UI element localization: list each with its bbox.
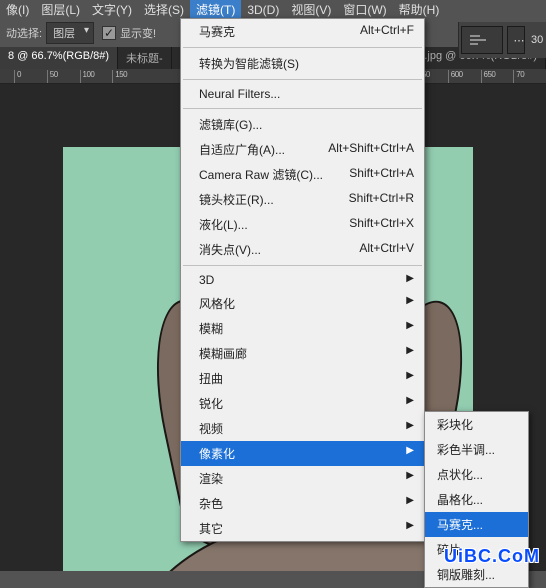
submenu-arrow-icon: ▶ xyxy=(406,370,414,387)
menubar: 像(I) 图层(L) 文字(Y) 选择(S) 滤镜(T) 3D(D) 视图(V)… xyxy=(0,0,546,19)
filter-gallery[interactable]: 滤镜库(G)... xyxy=(181,112,424,137)
ruler-tick: 150 xyxy=(112,70,145,83)
menu-label: 液化(L)... xyxy=(199,216,248,233)
document-tab[interactable]: 8 @ 66.7%(RGB/8#) xyxy=(0,47,118,69)
filter-liquify[interactable]: 液化(L)... Shift+Ctrl+X xyxy=(181,212,424,237)
pixelate-pointillize[interactable]: 点状化... xyxy=(425,462,528,487)
filter-noise[interactable]: 杂色 ▶ xyxy=(181,491,424,516)
pixelate-mosaic[interactable]: 马赛克... xyxy=(425,512,528,537)
submenu-arrow-icon: ▶ xyxy=(406,273,414,287)
menu-label: 3D xyxy=(199,273,214,287)
document-tab[interactable]: 未标题- xyxy=(118,47,172,69)
submenu-arrow-icon: ▶ xyxy=(406,495,414,512)
menu-layer[interactable]: 图层(L) xyxy=(35,0,86,20)
ruler-tick: 0 xyxy=(14,70,47,83)
menu-3d[interactable]: 3D(D) xyxy=(241,1,285,19)
filter-lens-correct[interactable]: 镜头校正(R)... Shift+Ctrl+R xyxy=(181,187,424,212)
filter-vanishing[interactable]: 消失点(V)... Alt+Ctrl+V xyxy=(181,237,424,262)
pixelate-color-blocks[interactable]: 彩块化 xyxy=(425,412,528,437)
filter-camera-raw[interactable]: Camera Raw 滤镜(C)... Shift+Ctrl+A xyxy=(181,162,424,187)
alignment-panel: ⋯ 30 xyxy=(458,22,546,58)
show-transform-label: 显示变! xyxy=(120,25,156,41)
filter-adaptive-wide[interactable]: 自适应广角(A)... Alt+Shift+Ctrl+A xyxy=(181,137,424,162)
menu-label: 马赛克 xyxy=(199,23,235,40)
menu-window[interactable]: 窗口(W) xyxy=(337,0,392,20)
filter-sharpen[interactable]: 锐化 ▶ xyxy=(181,391,424,416)
menu-separator xyxy=(183,79,422,80)
secondary-value: 30 xyxy=(531,34,543,46)
filter-other[interactable]: 其它 ▶ xyxy=(181,516,424,541)
submenu-arrow-icon: ▶ xyxy=(406,395,414,412)
filter-menu: 马赛克 Alt+Ctrl+F 转换为智能滤镜(S) Neural Filters… xyxy=(180,18,425,542)
filter-neural[interactable]: Neural Filters... xyxy=(181,83,424,105)
menu-label: 像素化 xyxy=(199,445,235,462)
menu-shortcut: Alt+Shift+Ctrl+A xyxy=(328,141,414,158)
filter-blur[interactable]: 模糊 ▶ xyxy=(181,316,424,341)
menu-label: 其它 xyxy=(199,520,223,537)
menu-separator xyxy=(183,108,422,109)
menu-label: 模糊画廊 xyxy=(199,345,247,362)
submenu-arrow-icon: ▶ xyxy=(406,345,414,362)
menu-help[interactable]: 帮助(H) xyxy=(393,0,446,20)
submenu-arrow-icon: ▶ xyxy=(406,520,414,537)
ruler-tick: 100 xyxy=(80,70,113,83)
filter-3d[interactable]: 3D ▶ xyxy=(181,269,424,291)
ruler-tick: 600 xyxy=(448,70,481,83)
filter-distort[interactable]: 扭曲 ▶ xyxy=(181,366,424,391)
pixelate-crystallize[interactable]: 晶格化... xyxy=(425,487,528,512)
menu-label: 自适应广角(A)... xyxy=(199,141,285,158)
menu-label: Neural Filters... xyxy=(199,87,280,101)
menu-shortcut: Shift+Ctrl+X xyxy=(349,216,414,233)
menu-shortcut: Alt+Ctrl+V xyxy=(359,241,414,258)
submenu-arrow-icon: ▶ xyxy=(406,445,414,462)
menu-select[interactable]: 选择(S) xyxy=(138,0,190,20)
ruler-tick: 650 xyxy=(481,70,514,83)
menu-shortcut: Shift+Ctrl+A xyxy=(349,166,414,183)
menu-type[interactable]: 文字(Y) xyxy=(86,0,138,20)
menu-shortcut: Shift+Ctrl+R xyxy=(349,191,414,208)
menu-label: 镜头校正(R)... xyxy=(199,191,274,208)
submenu-arrow-icon: ▶ xyxy=(406,295,414,312)
filter-stylize[interactable]: 风格化 ▶ xyxy=(181,291,424,316)
menu-view[interactable]: 视图(V) xyxy=(285,0,337,20)
ruler-tick: 50 xyxy=(47,70,80,83)
more-options-button[interactable]: ⋯ xyxy=(507,26,525,54)
menu-label: Camera Raw 滤镜(C)... xyxy=(199,166,323,183)
watermark: UiBC.CoM xyxy=(444,546,540,567)
pixelate-color-halftone[interactable]: 彩色半调... xyxy=(425,437,528,462)
menu-label: 风格化 xyxy=(199,295,235,312)
menu-filter[interactable]: 滤镜(T) xyxy=(190,0,241,20)
auto-select-label: 动选择: xyxy=(6,25,42,41)
menu-label: 杂色 xyxy=(199,495,223,512)
menu-label: 转换为智能滤镜(S) xyxy=(199,55,299,72)
filter-video[interactable]: 视频 ▶ xyxy=(181,416,424,441)
menu-shortcut: Alt+Ctrl+F xyxy=(360,23,414,40)
show-transform-checkbox[interactable]: ✓ xyxy=(102,26,116,40)
menu-label: 锐化 xyxy=(199,395,223,412)
menu-label: 视频 xyxy=(199,420,223,437)
menu-label: 扭曲 xyxy=(199,370,223,387)
auto-select-dropdown[interactable]: 图层 xyxy=(46,22,94,44)
filter-pixelate[interactable]: 像素化 ▶ xyxy=(181,441,424,466)
submenu-arrow-icon: ▶ xyxy=(406,320,414,337)
filter-smart[interactable]: 转换为智能滤镜(S) xyxy=(181,51,424,76)
menu-separator xyxy=(183,47,422,48)
menu-separator xyxy=(183,265,422,266)
align-button[interactable] xyxy=(461,26,503,54)
menu-label: 消失点(V)... xyxy=(199,241,261,258)
submenu-arrow-icon: ▶ xyxy=(406,470,414,487)
filter-render[interactable]: 渲染 ▶ xyxy=(181,466,424,491)
filter-blur-gallery[interactable]: 模糊画廊 ▶ xyxy=(181,341,424,366)
menu-label: 渲染 xyxy=(199,470,223,487)
menu-image[interactable]: 像(I) xyxy=(0,0,35,20)
menu-label: 滤镜库(G)... xyxy=(199,116,262,133)
ruler-tick: 70 xyxy=(513,70,546,83)
submenu-arrow-icon: ▶ xyxy=(406,420,414,437)
menu-label: 模糊 xyxy=(199,320,223,337)
filter-last[interactable]: 马赛克 Alt+Ctrl+F xyxy=(181,19,424,44)
